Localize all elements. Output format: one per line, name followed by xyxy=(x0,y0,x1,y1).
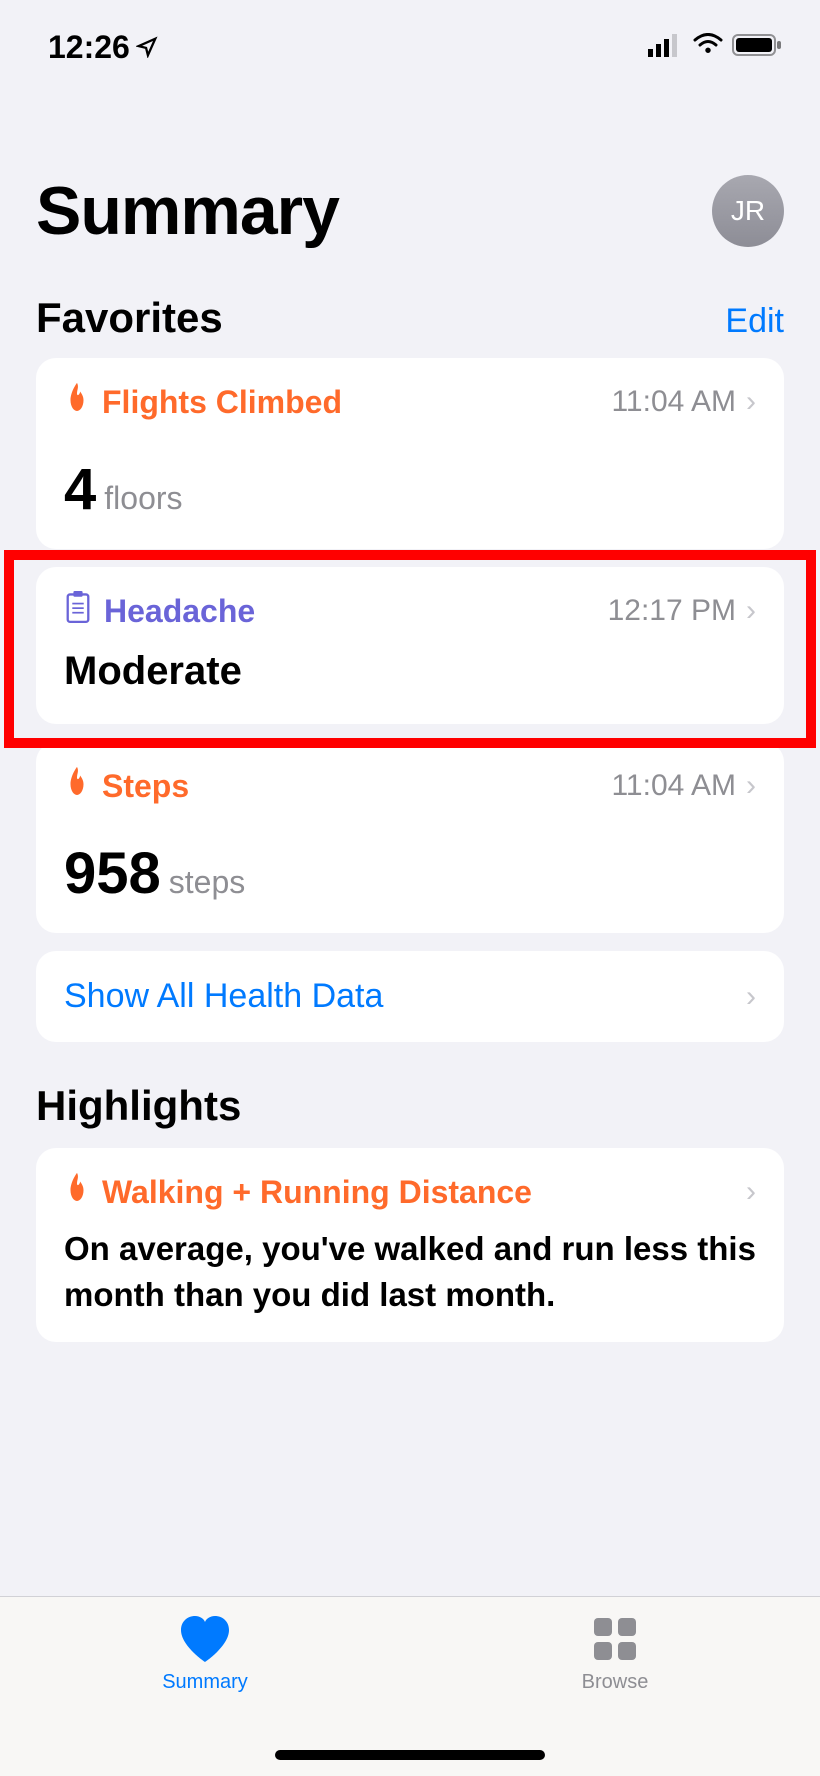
edit-button[interactable]: Edit xyxy=(725,302,784,341)
chevron-right-icon: › xyxy=(746,980,756,1014)
card-label-text: Headache xyxy=(104,593,255,630)
card-steps[interactable]: Steps 11:04 AM › 958 steps xyxy=(36,742,784,933)
card-label-text: Steps xyxy=(102,768,189,805)
tab-browse[interactable]: Browse xyxy=(515,1611,715,1694)
show-all-health-data[interactable]: Show All Health Data › xyxy=(36,951,784,1042)
card-headache[interactable]: Headache 12:17 PM › Moderate xyxy=(36,567,784,724)
card-flights-climbed[interactable]: Flights Climbed 11:04 AM › 4 floors xyxy=(36,358,784,549)
home-indicator[interactable] xyxy=(275,1750,545,1760)
card-value-number: 4 xyxy=(64,456,96,523)
wifi-icon xyxy=(692,33,724,62)
clipboard-icon xyxy=(64,591,92,631)
card-value-text: Moderate xyxy=(64,649,756,694)
favorites-header: Favorites Edit xyxy=(0,270,820,358)
chevron-right-icon: › xyxy=(746,769,756,803)
card-value-unit: steps xyxy=(169,864,245,901)
tab-label: Summary xyxy=(162,1671,248,1694)
avatar-initials: JR xyxy=(731,195,765,227)
avatar[interactable]: JR xyxy=(712,175,784,247)
card-time-text: 11:04 AM xyxy=(611,769,736,803)
flame-icon xyxy=(64,382,90,422)
highlight-label: Walking + Running Distance xyxy=(102,1174,532,1211)
tab-label: Browse xyxy=(582,1671,649,1694)
card-time-text: 12:17 PM xyxy=(608,594,736,628)
card-time-text: 11:04 AM xyxy=(611,385,736,419)
status-bar: 12:26 xyxy=(0,0,820,82)
card-value-unit: floors xyxy=(104,480,182,517)
flame-icon xyxy=(64,766,90,806)
tab-bar: Summary Browse xyxy=(0,1596,820,1776)
status-icons xyxy=(648,33,784,62)
cellular-icon xyxy=(648,33,684,62)
card-value-number: 958 xyxy=(64,840,161,907)
grid-icon xyxy=(592,1611,638,1667)
status-time: 12:26 xyxy=(48,29,158,66)
chevron-right-icon: › xyxy=(746,1175,756,1209)
highlights-section: Highlights Walking + Running Distance › … xyxy=(0,1082,820,1342)
highlight-text: On average, you've walked and run less t… xyxy=(64,1226,756,1318)
highlights-title: Highlights xyxy=(0,1082,820,1148)
flame-icon xyxy=(64,1172,90,1212)
battery-icon xyxy=(732,33,784,62)
show-all-text: Show All Health Data xyxy=(64,977,383,1016)
favorites-cards: Flights Climbed 11:04 AM › 4 floors xyxy=(0,358,820,1042)
chevron-right-icon: › xyxy=(746,385,756,419)
header: Summary JR xyxy=(0,82,820,270)
location-icon xyxy=(136,29,158,66)
highlight-card[interactable]: Walking + Running Distance › On average,… xyxy=(36,1148,784,1342)
page-title: Summary xyxy=(36,172,339,250)
chevron-right-icon: › xyxy=(746,594,756,628)
favorites-title: Favorites xyxy=(36,294,223,342)
card-label-text: Flights Climbed xyxy=(102,384,342,421)
time-text: 12:26 xyxy=(48,29,130,66)
heart-icon xyxy=(177,1611,233,1667)
tab-summary[interactable]: Summary xyxy=(105,1611,305,1694)
